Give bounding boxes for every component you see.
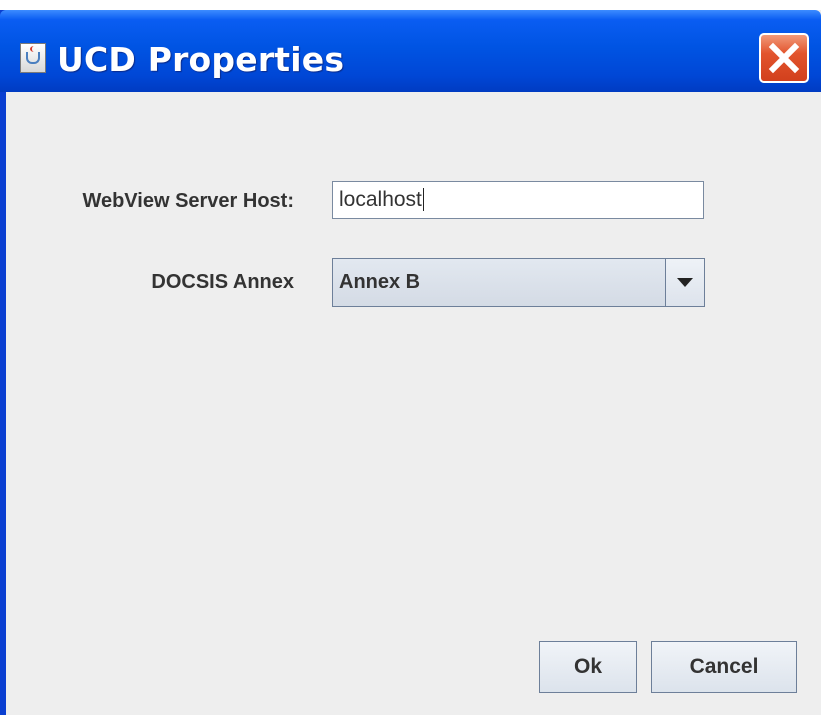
chevron-down-icon (677, 278, 693, 287)
docsis-annex-selected-value: Annex B (339, 271, 421, 293)
title-bar[interactable]: UCD Properties (0, 10, 821, 92)
webview-server-host-input[interactable]: localhost (332, 181, 704, 219)
webview-server-host-value: localhost (339, 188, 422, 211)
dialog-window (0, 10, 821, 715)
docsis-annex-select[interactable]: Annex B (332, 258, 705, 307)
text-caret (422, 188, 424, 211)
cancel-button[interactable]: Cancel (651, 641, 797, 693)
java-cup-icon (20, 43, 46, 73)
ok-button[interactable]: Ok (539, 641, 637, 693)
docsis-annex-label: DOCSIS Annex (151, 271, 294, 293)
dropdown-arrow-button[interactable] (665, 259, 704, 306)
window-title: UCD Properties (57, 40, 345, 79)
close-button[interactable] (759, 33, 809, 83)
close-icon (768, 42, 800, 74)
webview-server-host-label: WebView Server Host: (82, 190, 294, 212)
